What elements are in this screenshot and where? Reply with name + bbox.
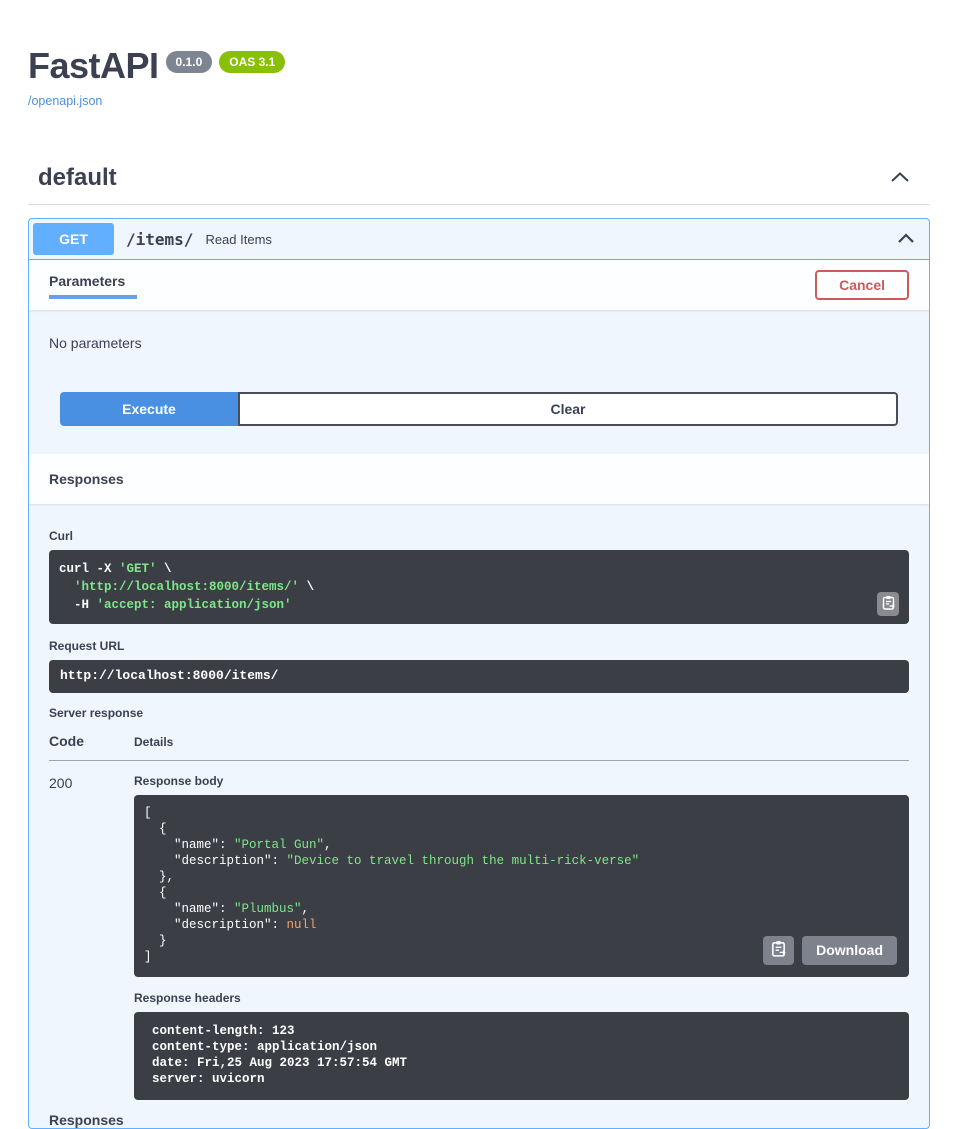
curl-block: curl -X 'GET' \ 'http://localhost:8000/i…	[49, 550, 909, 624]
curl-command: curl -X 'GET' \ 'http://localhost:8000/i…	[59, 560, 899, 614]
responses-inner: Curl curl -X 'GET' \ 'http://localhost:8…	[29, 504, 929, 1128]
opblock-get-items: GET /items/ Read Items Parameters Cancel	[28, 218, 930, 1129]
server-response-label: Server response	[49, 706, 909, 720]
response-headers-text: content-length: 123 content-type: applic…	[152, 1023, 891, 1087]
response-table-header: Code Details	[49, 720, 909, 760]
chevron-up-icon	[890, 171, 910, 186]
parameters-tab-label: Parameters	[49, 273, 125, 297]
swagger-page: FastAPI 0.1.0 OAS 3.1 /openapi.json defa…	[0, 0, 960, 1129]
method-badge: GET	[33, 223, 114, 255]
api-title: FastAPI	[28, 48, 159, 84]
responses-section-header: Responses	[29, 454, 929, 504]
no-parameters-text: No parameters	[49, 335, 909, 351]
parameters-section-header: Parameters Cancel	[29, 260, 929, 310]
response-headers-label: Response headers	[134, 991, 909, 1005]
operation-path[interactable]: /items/	[126, 230, 193, 249]
clear-button[interactable]: Clear	[238, 392, 898, 426]
download-button[interactable]: Download	[802, 936, 897, 965]
chevron-up-icon	[897, 232, 915, 247]
tab-parameters[interactable]: Parameters	[49, 273, 125, 297]
details-column-header: Details	[134, 735, 173, 749]
tag-header[interactable]: default	[28, 164, 930, 205]
request-url-label: Request URL	[49, 639, 909, 653]
response-row: 200 Response body [ { "name": "Portal Gu…	[49, 761, 909, 1100]
copy-response-button[interactable]	[763, 936, 794, 965]
documented-responses-label: Responses	[49, 1112, 909, 1128]
opblock-body: Parameters Cancel No parameters Execute …	[29, 260, 929, 1128]
opblock-collapse-button[interactable]	[897, 232, 915, 247]
response-status-code: 200	[49, 774, 134, 1100]
clipboard-icon	[771, 940, 786, 960]
responses-section-title: Responses	[49, 471, 124, 487]
tag-collapse-button[interactable]	[890, 171, 910, 186]
response-headers-block: content-length: 123 content-type: applic…	[134, 1012, 909, 1100]
cancel-button[interactable]: Cancel	[815, 270, 909, 300]
operation-summary: Read Items	[205, 232, 271, 247]
tag-title: default	[38, 164, 117, 192]
response-body-label: Response body	[134, 774, 909, 788]
request-url-block: http://localhost:8000/items/	[49, 660, 909, 692]
parameters-body: No parameters	[29, 310, 929, 379]
oas-badge: OAS 3.1	[219, 51, 285, 73]
opblock-summary[interactable]: GET /items/ Read Items	[29, 219, 929, 260]
tag-section: default GET /items/ Read Items	[28, 164, 930, 1129]
response-body-block: [ { "name": "Portal Gun", "description":…	[134, 795, 909, 977]
curl-label: Curl	[49, 529, 909, 543]
clipboard-icon	[882, 595, 895, 613]
request-url-value: http://localhost:8000/items/	[60, 669, 898, 683]
api-info: FastAPI 0.1.0 OAS 3.1 /openapi.json	[28, 48, 930, 110]
curl-copy-button[interactable]	[877, 592, 899, 616]
execute-wrapper: Execute Clear	[29, 379, 929, 454]
code-column-header: Code	[49, 733, 134, 749]
execute-button[interactable]: Execute	[60, 392, 238, 426]
openapi-link[interactable]: /openapi.json	[28, 94, 102, 108]
version-badge: 0.1.0	[166, 51, 213, 73]
